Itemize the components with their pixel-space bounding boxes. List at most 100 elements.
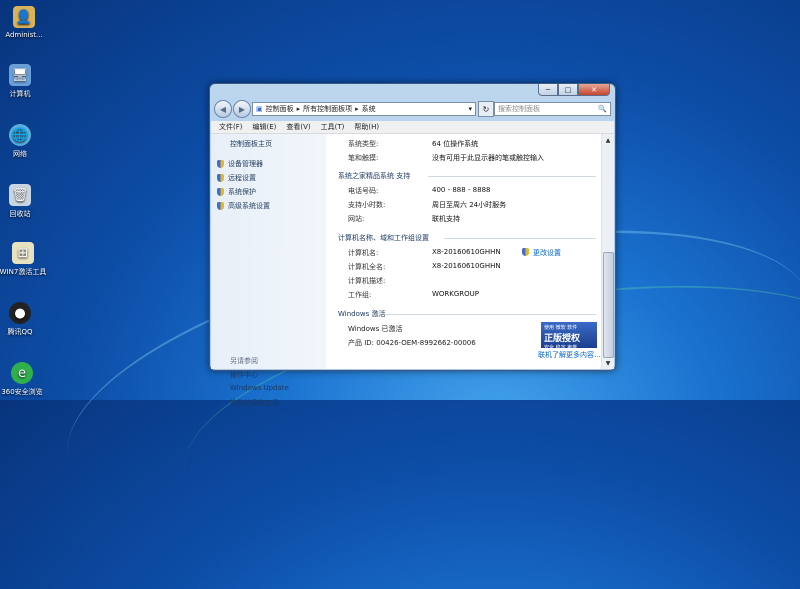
search-icon[interactable]: 🔍 bbox=[598, 105, 607, 113]
section-divider bbox=[386, 314, 596, 315]
breadcrumb-control-panel[interactable]: 控制面板 bbox=[266, 104, 294, 114]
qq-penguin-icon: ● bbox=[9, 302, 31, 324]
uac-shield-icon bbox=[217, 174, 224, 182]
computer-name-label: 计算机名: bbox=[348, 249, 379, 257]
activation-status-text: Windows 已激活 bbox=[348, 325, 403, 333]
desktop-icon-network[interactable]: 🌐 网络 bbox=[0, 124, 44, 159]
desktop-icon-win7-activation[interactable]: ⊞ WIN7激活工具 bbox=[0, 242, 47, 277]
menu-view[interactable]: 查看(V) bbox=[286, 122, 310, 132]
close-button[interactable]: ✕ bbox=[578, 84, 610, 96]
control-panel-icon: ▣ bbox=[256, 105, 263, 113]
desktop-icon-label: 计算机 bbox=[9, 90, 31, 98]
support-phone-value: 400 - 888 - 8888 bbox=[432, 186, 491, 194]
menu-bar: 文件(F) 编辑(E) 查看(V) 工具(T) 帮助(H) bbox=[211, 121, 614, 134]
activation-status: Windows 已激活 bbox=[348, 324, 402, 334]
product-id-text: 产品 ID: 00426-OEM-8992662-00006 bbox=[348, 339, 476, 347]
desktop-icon-administrator[interactable]: 👤 Administ... bbox=[0, 6, 48, 39]
desktop-icon-360-browser[interactable]: e 360安全浏览 bbox=[0, 362, 46, 397]
support-website-label: 网站: bbox=[348, 215, 365, 223]
computer-description-label: 计算机描述: bbox=[348, 277, 386, 285]
online-support-link[interactable]: 联机支持 bbox=[432, 214, 460, 224]
vertical-scrollbar[interactable]: ▲ ▼ bbox=[601, 134, 614, 369]
advanced-settings-label: 高级系统设置 bbox=[228, 202, 270, 210]
section-divider bbox=[444, 238, 596, 239]
learn-more-online-link[interactable]: 联机了解更多内容... bbox=[538, 350, 601, 360]
recycle-bin-icon: 🗑 bbox=[9, 184, 31, 206]
genuine-badge-title: 正版授权 bbox=[544, 334, 581, 344]
remote-settings-link[interactable]: 远程设置 bbox=[217, 173, 256, 183]
refresh-button[interactable]: ↻ bbox=[478, 101, 494, 117]
pen-touch-value: 没有可用于此显示器的笔或触控输入 bbox=[432, 154, 544, 162]
control-panel-home-link[interactable]: 控制面板主页 bbox=[230, 139, 272, 149]
address-dropdown-icon[interactable]: ▾ bbox=[468, 105, 472, 113]
360-browser-icon: e bbox=[11, 362, 33, 384]
remote-settings-label: 远程设置 bbox=[228, 174, 256, 182]
back-button[interactable]: ◀ bbox=[214, 100, 232, 118]
menu-help[interactable]: 帮助(H) bbox=[354, 122, 379, 132]
system-details-pane: 系统类型: 64 位操作系统 笔和触摸: 没有可用于此显示器的笔或触控输入 系统… bbox=[326, 134, 602, 369]
full-computer-name-value: X8-20160610GHHN bbox=[432, 262, 501, 270]
section-divider bbox=[428, 176, 596, 177]
search-input[interactable]: 搜索控制面板 🔍 bbox=[494, 102, 611, 116]
scroll-down-button[interactable]: ▼ bbox=[602, 357, 614, 369]
scroll-up-button[interactable]: ▲ bbox=[602, 134, 614, 146]
left-task-pane: 控制面板主页 设备管理器 远程设置 系统保护 高级系统设置 另请参阅 操作中心 … bbox=[211, 134, 326, 407]
support-phone-label: 电话号码: bbox=[348, 187, 379, 195]
activation-tool-icon: ⊞ bbox=[12, 242, 34, 264]
forward-button[interactable]: ▶ bbox=[233, 100, 251, 118]
support-section-header: 系统之家精品系统 支持 bbox=[338, 172, 411, 180]
computer-section-header: 计算机名称、域和工作组设置 bbox=[338, 234, 429, 242]
desktop-icon-qq[interactable]: ● 腾讯QQ bbox=[0, 302, 44, 337]
scroll-thumb[interactable] bbox=[603, 252, 614, 358]
activation-section-header: Windows 激活 bbox=[338, 310, 386, 318]
device-manager-link[interactable]: 设备管理器 bbox=[217, 159, 263, 169]
action-center-link[interactable]: 操作中心 bbox=[230, 370, 258, 380]
breadcrumb-all-items[interactable]: 所有控制面板项 bbox=[303, 104, 352, 114]
uac-shield-icon bbox=[217, 160, 224, 168]
breadcrumb-system[interactable]: 系统 bbox=[362, 104, 376, 114]
product-id: 产品 ID: 00426-OEM-8992662-00006 bbox=[348, 338, 476, 348]
windows-update-link[interactable]: Windows Update bbox=[230, 384, 289, 392]
maximize-button[interactable]: □ bbox=[558, 84, 578, 96]
network-globe-icon: 🌐 bbox=[9, 124, 31, 146]
navigation-bar: ◀ ▶ ▣ 控制面板 ▸ 所有控制面板项 ▸ 系统 ▾ ↻ 搜索控制面板 🔍 bbox=[214, 99, 611, 119]
system-protection-label: 系统保护 bbox=[228, 188, 256, 196]
address-bar[interactable]: ▣ 控制面板 ▸ 所有控制面板项 ▸ 系统 ▾ bbox=[252, 102, 476, 116]
desktop-icon-label: 网络 bbox=[13, 150, 27, 158]
desktop-icon-label: 360安全浏览 bbox=[1, 388, 43, 396]
desktop-icon-label: Administ... bbox=[5, 31, 43, 39]
see-also-heading: 另请参阅 bbox=[230, 357, 258, 365]
support-hours-value: 周日至周六 24小时服务 bbox=[432, 201, 507, 209]
minimize-button[interactable]: ─ bbox=[538, 84, 558, 96]
desktop-icon-recycle-bin[interactable]: 🗑 回收站 bbox=[0, 184, 44, 219]
desktop-icon-label: 腾讯QQ bbox=[7, 328, 33, 336]
device-manager-label: 设备管理器 bbox=[228, 160, 263, 168]
full-computer-name-label: 计算机全名: bbox=[348, 263, 386, 271]
breadcrumb-separator-icon: ▸ bbox=[296, 105, 301, 113]
desktop-icon-label: 回收站 bbox=[9, 210, 31, 218]
genuine-badge-caption: 使用 微软 软件 bbox=[544, 325, 578, 331]
support-hours-label: 支持小时数: bbox=[348, 201, 386, 209]
pen-touch-label: 笔和触摸: bbox=[348, 154, 379, 162]
menu-edit[interactable]: 编辑(E) bbox=[253, 122, 277, 132]
title-buttons: ─ □ ✕ bbox=[538, 84, 610, 96]
system-window: ─ □ ✕ ◀ ▶ ▣ 控制面板 ▸ 所有控制面板项 ▸ 系统 ▾ ↻ 搜索控制… bbox=[209, 83, 616, 407]
desktop-icon-label: WIN7激活工具 bbox=[0, 268, 47, 276]
computer-icon: 🖥 bbox=[9, 64, 31, 86]
uac-shield-icon bbox=[217, 202, 224, 210]
uac-shield-icon bbox=[522, 248, 529, 256]
menu-file[interactable]: 文件(F) bbox=[219, 122, 243, 132]
system-type-value: 64 位操作系统 bbox=[432, 140, 479, 148]
genuine-badge: 使用 微软 软件 正版授权 安全 稳定 声誉 bbox=[541, 322, 597, 351]
system-type-label: 系统类型: bbox=[348, 140, 379, 148]
system-protection-link[interactable]: 系统保护 bbox=[217, 187, 256, 197]
change-settings-label: 更改设置 bbox=[533, 249, 561, 257]
workgroup-label: 工作组: bbox=[348, 291, 372, 299]
desktop-icon-computer[interactable]: 🖥 计算机 bbox=[0, 64, 44, 99]
uac-shield-icon bbox=[217, 188, 224, 196]
change-settings-link[interactable]: 更改设置 bbox=[522, 248, 561, 258]
menu-tools[interactable]: 工具(T) bbox=[321, 122, 345, 132]
advanced-settings-link[interactable]: 高级系统设置 bbox=[217, 201, 270, 211]
workgroup-value: WORKGROUP bbox=[432, 290, 480, 298]
learn-more-online-label: 联机了解更多内容... bbox=[538, 351, 601, 359]
